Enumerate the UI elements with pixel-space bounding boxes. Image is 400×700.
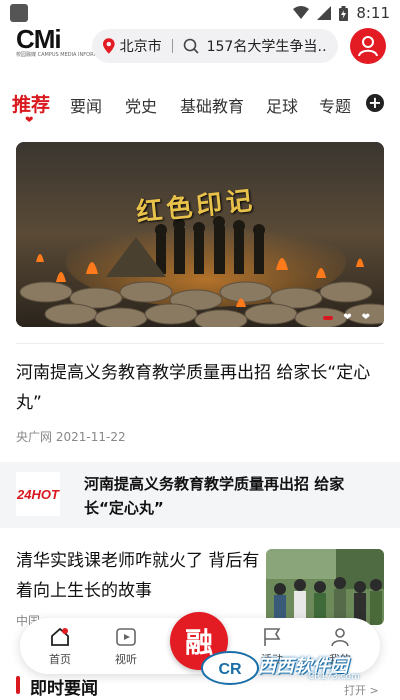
nav-home[interactable]: 首页 bbox=[38, 626, 82, 667]
article-title[interactable]: 清华实践课老师咋就火了 背后有着向上生长的故事 bbox=[16, 546, 266, 606]
carousel-dot-active bbox=[323, 316, 334, 320]
status-bar: 8:11 bbox=[0, 0, 400, 26]
add-tab-icon[interactable]: + bbox=[366, 94, 384, 112]
banner-image bbox=[16, 142, 384, 327]
status-time: 8:11 bbox=[356, 4, 390, 22]
profile-icon bbox=[331, 628, 349, 647]
user-avatar-button[interactable] bbox=[350, 28, 386, 64]
logo-subtitle: 校园融媒 CAMPUS MEDIA INFORMATION bbox=[16, 52, 114, 58]
app-logo[interactable]: CMi 校园融媒 CAMPUS MEDIA INFORMATION bbox=[16, 24, 114, 64]
svg-text:CR: CR bbox=[218, 661, 242, 678]
search-input[interactable]: 157名大学生争当… bbox=[207, 36, 328, 56]
nav-video[interactable]: 视听 bbox=[104, 626, 148, 667]
promo-title: 河南提高义务教育教学质量再出招 给家长“定心丸” bbox=[84, 475, 345, 517]
tab-football[interactable]: 足球 bbox=[266, 93, 298, 117]
location-pin-icon bbox=[102, 38, 115, 54]
app-header: CMi 校园融媒 CAMPUS MEDIA INFORMATION 北京市 15… bbox=[0, 26, 400, 66]
section-accent-bar bbox=[16, 676, 20, 694]
24hot-logo: 24HOT bbox=[16, 472, 60, 516]
carousel-heart-icon: ❤ bbox=[343, 312, 352, 323]
flag-icon bbox=[264, 628, 281, 646]
divider bbox=[16, 343, 384, 344]
carousel-indicator: ❤ ❤ bbox=[323, 313, 370, 323]
featured-banner[interactable]: 红色印记 ❤ ❤ bbox=[16, 142, 384, 327]
signal-icon bbox=[317, 6, 332, 20]
open-app-link[interactable]: 打开 > bbox=[344, 682, 379, 698]
active-tab-heart-icon: ❤ bbox=[25, 115, 34, 126]
article-meta: 央广网 2021-11-22 bbox=[16, 428, 126, 445]
search-divider bbox=[171, 39, 173, 53]
category-tabs: 推荐 ❤ 要闻 党史 基础教育 足球 专题 + bbox=[0, 86, 400, 126]
article-date: 2021-11-22 bbox=[55, 430, 126, 444]
search-icon bbox=[183, 38, 199, 54]
article-thumbnail[interactable] bbox=[266, 549, 384, 625]
status-icons: 8:11 bbox=[293, 4, 390, 22]
location-label[interactable]: 北京市 bbox=[120, 36, 162, 56]
watermark-url: CR173.com bbox=[308, 672, 360, 682]
battery-icon bbox=[339, 5, 349, 21]
promoted-article-card[interactable]: 24HOT 河南提高义务教育教学质量再出招 给家长“定心丸” bbox=[0, 462, 400, 528]
tab-basic-education[interactable]: 基础教育 bbox=[180, 93, 244, 117]
app-notification-icon bbox=[10, 4, 28, 22]
nav-video-label: 视听 bbox=[115, 653, 137, 666]
search-bar[interactable]: 北京市 157名大学生争当… bbox=[92, 29, 338, 63]
tab-topics[interactable]: 专题 bbox=[319, 93, 351, 117]
nav-home-label: 首页 bbox=[49, 653, 71, 666]
tab-recommended[interactable]: 推荐 bbox=[12, 90, 50, 117]
watermark-logo: CR bbox=[201, 651, 259, 685]
home-icon bbox=[51, 627, 69, 646]
article-source: 央广网 bbox=[16, 430, 53, 444]
logo-text: CMi bbox=[16, 24, 62, 54]
user-icon bbox=[358, 36, 378, 57]
wifi-icon bbox=[293, 6, 310, 19]
promo-logo-text: 24HOT bbox=[17, 486, 59, 502]
tab-party-history[interactable]: 党史 bbox=[125, 93, 157, 117]
thumbnail-image bbox=[266, 549, 384, 625]
section-title: 即时要闻 bbox=[30, 679, 98, 699]
tab-headlines[interactable]: 要闻 bbox=[70, 93, 102, 117]
video-icon bbox=[116, 628, 136, 646]
carousel-heart-icon: ❤ bbox=[361, 312, 370, 323]
article-title[interactable]: 河南提高义务教育教学质量再出招 给家长“定心丸” bbox=[16, 358, 384, 418]
